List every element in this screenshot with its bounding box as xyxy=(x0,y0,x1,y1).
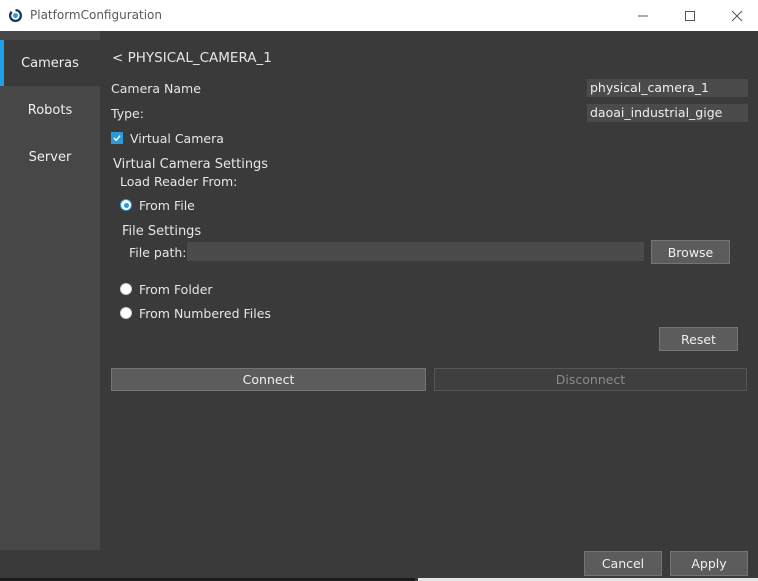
from-file-label: From File xyxy=(139,198,195,213)
virtual-camera-settings-heading: Virtual Camera Settings xyxy=(113,157,269,172)
main-window: Cameras Robots Server < PHYSICAL_CAMERA_… xyxy=(0,31,758,581)
browse-button-label: Browse xyxy=(667,244,714,260)
back-link[interactable]: < PHYSICAL_CAMERA_1 xyxy=(112,50,272,66)
file-settings-label: File Settings xyxy=(122,224,202,239)
disconnect-button[interactable]: Disconnect xyxy=(434,368,747,391)
sidebar-item-server[interactable]: Server xyxy=(0,134,100,180)
disconnect-button-label: Disconnect xyxy=(555,372,626,387)
sidebar: Cameras Robots Server xyxy=(0,31,100,550)
apply-button[interactable]: Apply xyxy=(670,551,748,576)
from-file-radio[interactable] xyxy=(120,199,132,211)
sidebar-item-robots[interactable]: Robots xyxy=(0,87,100,133)
checkmark-icon xyxy=(113,135,121,142)
title-bar: PlatformConfiguration xyxy=(0,0,758,31)
reset-button-label: Reset xyxy=(681,331,716,347)
camera-name-field[interactable]: physical_camera_1 xyxy=(587,79,748,97)
from-numbered-files-radio[interactable] xyxy=(120,307,132,319)
sidebar-item-cameras[interactable]: Cameras xyxy=(0,40,100,86)
minimize-icon xyxy=(638,15,648,16)
from-numbered-files-label: From Numbered Files xyxy=(139,306,271,321)
virtual-camera-label: Virtual Camera xyxy=(130,131,224,146)
type-label: Type: xyxy=(111,106,144,121)
maximize-icon xyxy=(685,10,695,21)
app-logo-icon xyxy=(8,8,23,23)
sidebar-item-label: Server xyxy=(28,149,72,165)
apply-button-label: Apply xyxy=(691,556,727,571)
sidebar-item-label: Robots xyxy=(27,102,73,118)
from-folder-radio[interactable] xyxy=(120,283,132,295)
type-field[interactable]: daoai_industrial_gige xyxy=(587,104,748,122)
browse-button[interactable]: Browse xyxy=(651,240,730,264)
maximize-button[interactable] xyxy=(667,0,713,31)
file-path-input[interactable] xyxy=(187,242,644,261)
camera-settings-panel: < PHYSICAL_CAMERA_1 Camera Name physical… xyxy=(100,31,758,550)
cancel-button[interactable]: Cancel xyxy=(584,551,662,576)
connect-button[interactable]: Connect xyxy=(111,368,426,391)
window-title: PlatformConfiguration xyxy=(30,8,162,22)
minimize-button[interactable] xyxy=(620,0,666,31)
file-path-label: File path: xyxy=(129,245,187,260)
sidebar-item-label: Cameras xyxy=(21,55,79,71)
close-button[interactable] xyxy=(714,0,758,31)
cancel-button-label: Cancel xyxy=(601,556,645,571)
from-folder-label: From Folder xyxy=(139,282,213,297)
camera-name-label: Camera Name xyxy=(111,81,201,96)
connect-button-label: Connect xyxy=(242,372,295,387)
load-reader-label: Load Reader From: xyxy=(120,174,238,189)
close-icon xyxy=(731,10,743,21)
reset-button[interactable]: Reset xyxy=(659,327,738,351)
footer-bar: Cancel Apply xyxy=(0,550,758,581)
virtual-camera-checkbox[interactable] xyxy=(111,132,123,144)
